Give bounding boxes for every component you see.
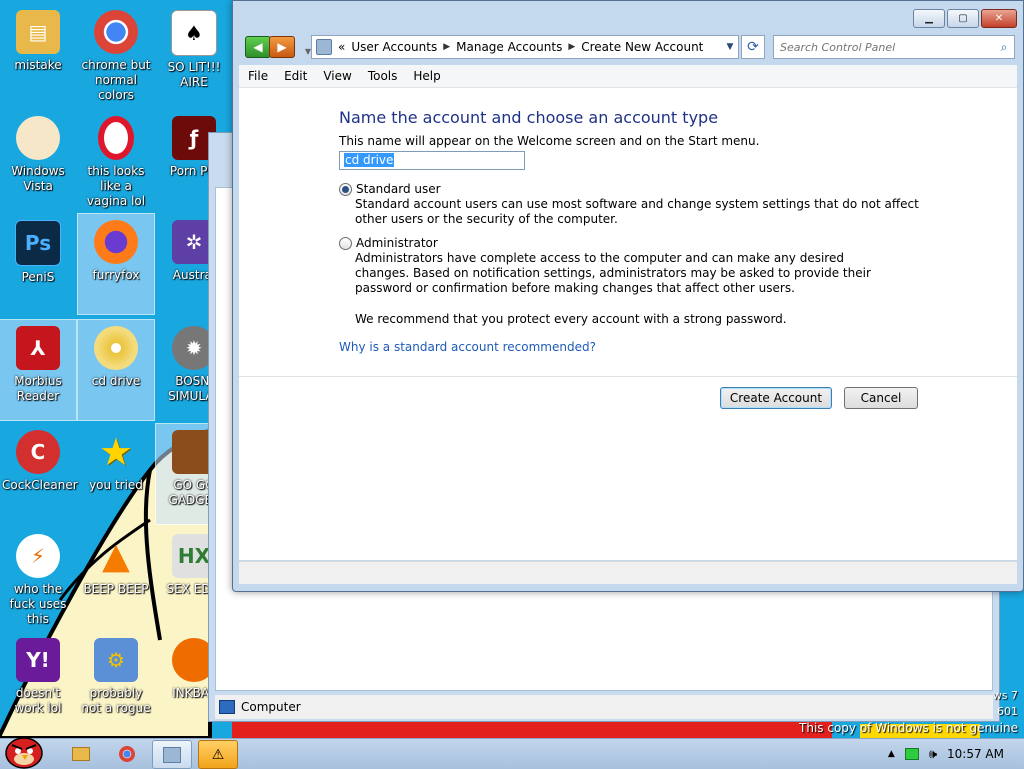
page-title: Name the account and choose an account t… [339, 108, 719, 127]
search-icon[interactable]: ⌕ [994, 40, 1014, 55]
folder-icon [72, 746, 90, 761]
yahoo-icon: Y! [16, 638, 60, 682]
standard-user-label[interactable]: Standard user [356, 182, 441, 196]
pdf-reader-icon: ⅄ [16, 326, 60, 370]
star-icon: ★ [98, 429, 134, 474]
standard-user-description: Standard account users can use most soft… [355, 197, 919, 226]
divider [239, 376, 1017, 377]
background-status-bar: Computer [215, 695, 993, 719]
menu-bar: File Edit View Tools Help [239, 65, 1017, 88]
refresh-icon: ⟳ [747, 39, 759, 55]
menu-view[interactable]: View [314, 69, 358, 83]
address-bar[interactable]: « User Accounts ▶ Manage Accounts ▶ Crea… [311, 35, 739, 59]
desktop-icon-you-tried[interactable]: ★ you tried [78, 424, 154, 524]
breadcrumb-manage-accounts[interactable]: Manage Accounts [450, 40, 568, 54]
clock[interactable]: 10:57 AM [947, 747, 1004, 761]
menu-tools[interactable]: Tools [359, 69, 405, 83]
show-hidden-icons-icon[interactable]: ▲ [888, 749, 895, 759]
desktop-icon-morbius-reader[interactable]: ⅄ Morbius Reader [0, 319, 77, 421]
search-box[interactable]: ⌕ [773, 35, 1015, 59]
address-dropdown-icon[interactable]: ▼ [722, 42, 738, 52]
chevron-right-icon[interactable]: ▶ [568, 42, 575, 52]
desktop-icon-mistake[interactable]: ▤ mistake [0, 4, 76, 104]
menu-help[interactable]: Help [404, 69, 447, 83]
administrator-description: Administrators have complete access to t… [355, 251, 871, 295]
desktop-icon-beep-beep[interactable]: ▲ BEEP BEEP [78, 528, 154, 628]
desktop-icon-rogue[interactable]: ⚙ probably not a rogue [78, 632, 154, 732]
navigation-row: ◀ ▶ ▼ « User Accounts ▶ Manage Accounts … [243, 35, 1015, 59]
photoshop-icon: Ps [15, 220, 61, 266]
network-icon[interactable] [904, 748, 919, 760]
create-account-window[interactable]: ▁ ▢ ✕ ◀ ▶ ▼ « User Accounts ▶ Manage Acc… [232, 0, 1024, 592]
start-button[interactable] [2, 731, 46, 769]
administrator-radio[interactable] [339, 236, 352, 250]
desktop-icon-solitaire[interactable]: ♠ SO LIT!!! AIRE [156, 4, 232, 104]
desktop-icon-windows-vista[interactable]: Windows Vista [0, 110, 76, 210]
desktop-icon-furryfox[interactable]: furryfox [77, 213, 155, 315]
name-instructions: This name will appear on the Welcome scr… [339, 134, 760, 148]
desktop-icon-penis[interactable]: Ps PeniS [0, 214, 76, 314]
chevron-right-icon[interactable]: ▶ [443, 42, 450, 52]
administrator-label[interactable]: Administrator [356, 236, 438, 250]
taskbar-control-panel-button[interactable] [152, 740, 192, 769]
maximize-button[interactable]: ▢ [947, 9, 979, 28]
content-pane: Name the account and choose an account t… [239, 88, 1017, 560]
lightning-icon: ⚡ [16, 534, 60, 578]
back-button[interactable]: ◀ [245, 36, 271, 58]
menu-edit[interactable]: Edit [275, 69, 314, 83]
standard-user-option[interactable]: Standard user [339, 182, 441, 196]
firefox-icon [94, 220, 138, 264]
window-status-strip [239, 561, 1017, 584]
taskbar-explorer-button[interactable] [62, 740, 100, 767]
menu-file[interactable]: File [239, 69, 275, 83]
refresh-button[interactable]: ⟳ [741, 35, 765, 59]
monitor-gear-icon: ⚙ [94, 638, 138, 682]
desktop-icon-yahoo[interactable]: Y! doesn't work lol [0, 632, 76, 732]
why-standard-account-link[interactable]: Why is a standard account recommended? [339, 340, 596, 354]
account-name-selection: cd drive [344, 153, 395, 167]
egg-icon [16, 116, 60, 160]
breadcrumb-overflow[interactable]: « [338, 40, 345, 54]
minimize-button[interactable]: ▁ [913, 9, 945, 28]
solitaire-icon: ♠ [171, 10, 217, 56]
cancel-button[interactable]: Cancel [844, 387, 918, 409]
close-button[interactable]: ✕ [981, 9, 1017, 28]
warning-icon: ⚠ [211, 746, 225, 763]
caption-buttons: ▁ ▢ ✕ [913, 9, 1017, 28]
control-panel-icon [316, 39, 332, 55]
vlc-icon: ▲ [102, 535, 130, 577]
chrome-icon [119, 745, 135, 762]
status-text: Computer [241, 700, 301, 714]
speaker-icon[interactable]: 🕪 [929, 747, 937, 762]
chrome-icon [94, 10, 138, 54]
desktop-icon-cd-drive[interactable]: cd drive [77, 319, 155, 421]
password-recommendation: We recommend that you protect every acco… [355, 312, 787, 326]
breadcrumb-create-new-account[interactable]: Create New Account [575, 40, 709, 54]
administrator-option[interactable]: Administrator [339, 236, 438, 250]
taskbar-chrome-button[interactable] [108, 740, 146, 767]
computer-icon [219, 700, 235, 714]
system-tray: ▲ 🕪 10:57 AM [888, 739, 1024, 769]
cd-icon [94, 326, 138, 370]
desktop-icon-who-uses-this[interactable]: ⚡ who the fuck uses this [0, 528, 76, 628]
folder-icon: ▤ [16, 10, 60, 54]
standard-user-radio[interactable] [339, 182, 352, 196]
desktop-icon-opera[interactable]: this looks like a vagina lol [78, 110, 154, 210]
create-account-button[interactable]: Create Account [720, 387, 832, 409]
desktop-icon-chrome[interactable]: chrome but normal colors [78, 4, 154, 104]
windows-version-watermark: ws 7 601 [992, 689, 1018, 718]
taskbar-alert-button[interactable]: ⚠ [198, 740, 238, 769]
opera-icon [98, 116, 134, 160]
forward-button[interactable]: ▶ [269, 36, 295, 58]
breadcrumb-user-accounts[interactable]: User Accounts [345, 40, 443, 54]
user-accounts-icon [163, 746, 181, 763]
not-genuine-watermark: This copy of Windows is not genuine [799, 721, 1018, 735]
search-input[interactable] [774, 39, 994, 55]
taskbar: ⚠ ▲ 🕪 10:57 AM [0, 737, 1024, 769]
desktop-icon-ccleaner[interactable]: C CockCleaner [0, 424, 78, 524]
ccleaner-icon: C [16, 430, 60, 474]
